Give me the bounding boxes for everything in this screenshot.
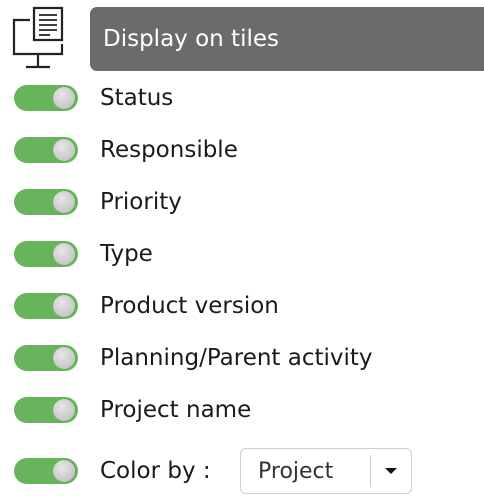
color-by-toggle[interactable] — [14, 458, 78, 484]
toggle-label: Priority — [100, 189, 182, 215]
project-name-toggle[interactable] — [14, 397, 78, 423]
toggle-knob — [53, 347, 75, 369]
responsible-toggle[interactable] — [14, 137, 78, 163]
toggle-label: Responsible — [100, 137, 238, 163]
status-toggle[interactable] — [14, 85, 78, 111]
monitor-document-icon — [10, 6, 70, 70]
toggle-knob — [53, 243, 75, 265]
type-toggle[interactable] — [14, 241, 78, 267]
toggle-row-product-version: Product version — [0, 288, 484, 324]
section-header: Display on tiles — [90, 7, 484, 71]
planning-parent-activity-toggle[interactable] — [14, 345, 78, 371]
priority-toggle[interactable] — [14, 189, 78, 215]
toggle-label: Status — [100, 85, 174, 111]
toggle-label: Type — [100, 241, 153, 267]
toggle-label: Planning/Parent activity — [100, 345, 373, 371]
toggle-row-status: Status — [0, 80, 484, 116]
toggle-knob — [53, 295, 75, 317]
color-by-selected-value: Project — [258, 458, 334, 484]
toggle-knob — [53, 139, 75, 161]
toggle-knob — [53, 460, 75, 482]
toggle-row-color-by: Color by : Project — [0, 448, 484, 494]
toggle-row-responsible: Responsible — [0, 132, 484, 168]
toggle-knob — [53, 191, 75, 213]
toggle-row-priority: Priority — [0, 184, 484, 220]
color-by-select[interactable]: Project — [240, 448, 412, 494]
toggle-row-project-name: Project name — [0, 392, 484, 428]
toggle-row-planning-parent-activity: Planning/Parent activity — [0, 340, 484, 376]
chevron-down-icon[interactable] — [371, 466, 411, 476]
color-by-label: Color by : — [100, 458, 211, 484]
toggle-knob — [53, 87, 75, 109]
toggle-label: Product version — [100, 293, 279, 319]
toggle-knob — [53, 399, 75, 421]
toggle-label: Project name — [100, 397, 252, 423]
toggle-row-type: Type — [0, 236, 484, 272]
section-title: Display on tiles — [103, 26, 279, 52]
product-version-toggle[interactable] — [14, 293, 78, 319]
